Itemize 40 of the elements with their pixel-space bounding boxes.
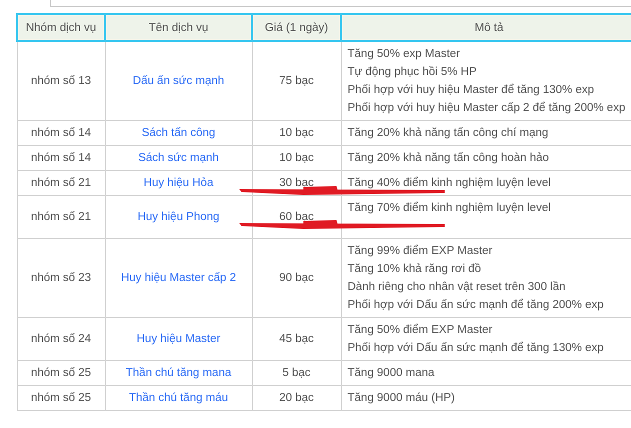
description-text: Tăng 40% điểm kinh nghiệm luyện level	[348, 176, 552, 191]
description-text: Dành riêng cho nhân vật reset trên 300 lần	[348, 280, 567, 295]
description-text: Tăng 10% khả răng rơi đồ	[348, 262, 482, 277]
description-text: Tăng 20% khả năng tấn công hoàn hảo	[348, 151, 550, 166]
price-cell: 45 bạc	[252, 318, 341, 360]
description-text: Phối hợp với huy hiệu Master cấp 2 để tăng 200% exp	[348, 100, 626, 116]
group-cell: nhóm số 25	[17, 386, 105, 410]
column-header: Mô tả	[341, 14, 631, 41]
description-text: Tăng 50% exp Master	[348, 47, 462, 62]
description-text: Tăng 70% điểm kinh nghiệm luyện level	[348, 200, 552, 216]
group-cell: nhóm số 21	[17, 170, 105, 196]
description-text: Tăng 50% điểm EXP Master	[348, 322, 494, 338]
price-cell: 20 bạc	[252, 386, 341, 410]
description-text: Tăng 9000 máu (HP)	[348, 391, 456, 406]
group-cell: nhóm số 14	[17, 146, 105, 170]
description-text: Phối hợp với Dấu ấn sức mạnh để tăng 130% exp	[348, 340, 605, 356]
group-cell: nhóm số 25	[17, 360, 105, 386]
price-cell: 90 bạc	[252, 238, 341, 318]
service-link[interactable]: Huy hiệu Master	[136, 333, 220, 345]
service-link[interactable]: Dấu ấn sức mạnh	[132, 75, 224, 87]
service-link[interactable]: Huy hiệu Master cấp 2	[120, 272, 236, 284]
price-cell: 10 bạc	[252, 120, 341, 146]
group-cell: nhóm số 13	[17, 41, 105, 120]
service-link[interactable]: Huy hiệu Phong	[138, 211, 220, 223]
group-cell: nhóm số 23	[17, 238, 105, 318]
price-cell: 5 bạc	[252, 360, 341, 386]
description-text: Tăng 20% khả năng tấn công chí mạng	[348, 126, 550, 141]
description-text: Tăng 99% điểm EXP Master	[348, 244, 494, 259]
group-cell: nhóm số 21	[17, 196, 105, 238]
description-text: Phối hợp với Dấu ấn sức mạnh để tăng 200% exp	[348, 298, 605, 313]
description-text: Phối hợp với huy hiệu Master để tăng 130% exp	[348, 82, 596, 98]
price-cell: 75 bạc	[252, 41, 341, 120]
group-cell: nhóm số 14	[17, 120, 105, 146]
column-header: Tên dịch vụ	[105, 14, 252, 41]
price-cell: 10 bạc	[252, 146, 341, 170]
column-header: Giá (1 ngày)	[252, 14, 341, 41]
description-text: Tăng 9000 mana	[348, 366, 436, 381]
column-header: Nhóm dịch vụ	[17, 14, 105, 41]
group-cell: nhóm số 24	[17, 318, 105, 360]
description-text: Tự động phục hồi 5% HP	[348, 65, 478, 80]
